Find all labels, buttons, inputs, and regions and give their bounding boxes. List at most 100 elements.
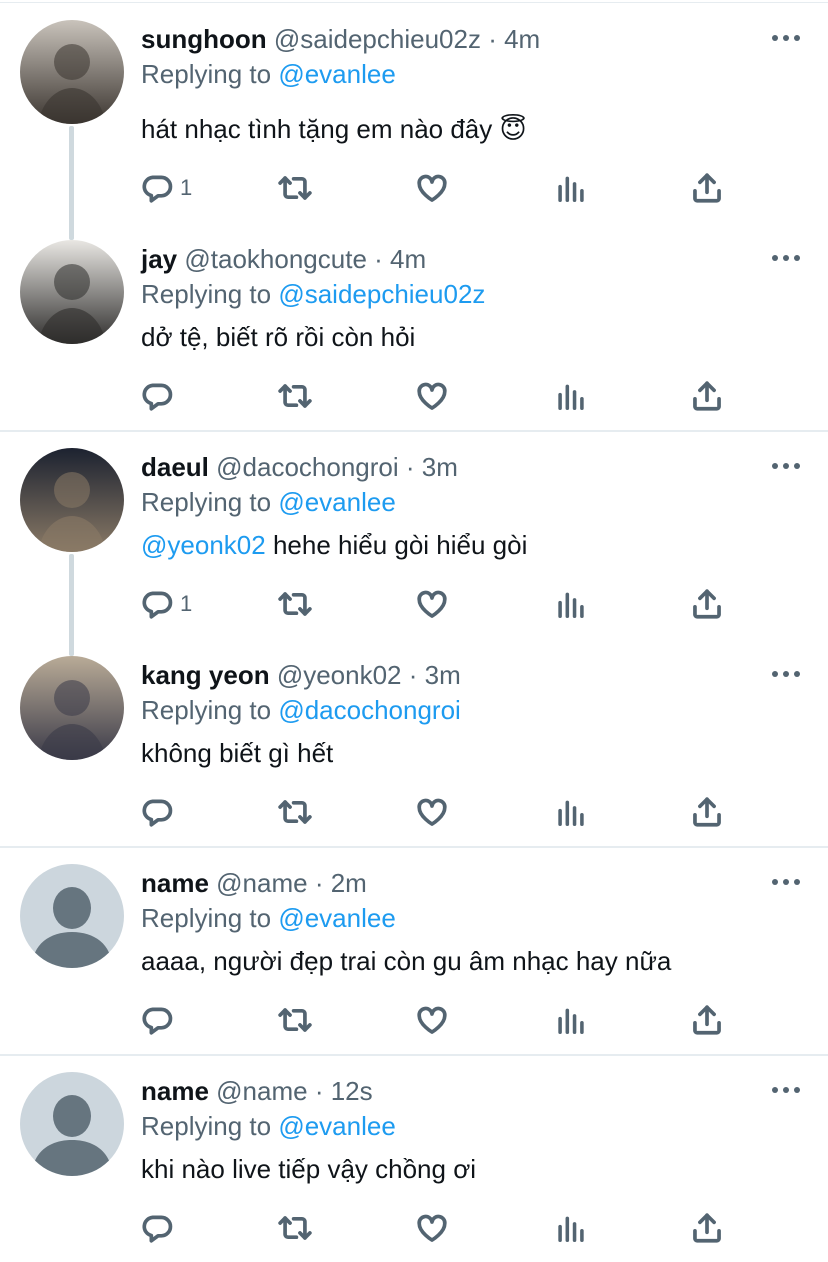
avatar[interactable] xyxy=(20,20,124,124)
avatar[interactable] xyxy=(20,448,124,552)
retweet-icon xyxy=(276,587,314,621)
display-name[interactable]: daeul xyxy=(141,452,209,482)
reply-button[interactable] xyxy=(140,1000,180,1040)
analytics-button[interactable] xyxy=(556,376,586,416)
timestamp[interactable]: · 12s xyxy=(315,1076,373,1106)
replying-to-line: Replying to @evanlee xyxy=(141,57,396,91)
display-name[interactable]: name xyxy=(141,868,209,898)
display-name[interactable]: jay xyxy=(141,244,177,274)
retweet-button[interactable] xyxy=(276,1000,314,1040)
tweet-mention[interactable]: @yeonk02 xyxy=(141,530,266,560)
more-options-icon[interactable] xyxy=(770,664,802,684)
avatar[interactable] xyxy=(20,1072,124,1176)
reply-button[interactable] xyxy=(140,376,180,416)
timestamp[interactable]: · 3m xyxy=(406,452,458,482)
tweet[interactable]: sunghoon @saidepchieu02z · 4m Replying to… xyxy=(0,2,828,240)
reply-button[interactable] xyxy=(140,792,180,832)
reply-count: 1 xyxy=(180,591,193,616)
timestamp[interactable]: · 3m xyxy=(409,660,461,690)
tweet-text: @yeonk02 hehe hiểu gòi hiểu gòi xyxy=(141,528,527,562)
tweet-actions xyxy=(0,376,828,416)
tweet-header: name @name · 2m xyxy=(141,866,367,900)
replying-to-mention[interactable]: @evanlee xyxy=(278,1111,395,1141)
reply-bubble-icon xyxy=(140,795,174,829)
share-upload-icon xyxy=(690,379,724,413)
replying-to-label: Replying to xyxy=(141,279,272,309)
replying-to-line: Replying to @dacochongroi xyxy=(141,693,461,727)
share-button[interactable] xyxy=(690,376,724,416)
user-handle[interactable]: @yeonk02 xyxy=(277,660,402,690)
user-handle[interactable]: @name xyxy=(216,868,307,898)
tweet-text: aaaa, người đẹp trai còn gu âm nhạc hay … xyxy=(141,944,671,978)
share-button[interactable] xyxy=(690,1208,724,1248)
more-options-icon[interactable] xyxy=(770,1080,802,1100)
retweet-button[interactable] xyxy=(276,1208,314,1248)
bar-chart-icon xyxy=(556,1211,586,1245)
tweet[interactable]: kang yeon @yeonk02 · 3m Replying to @daco… xyxy=(0,638,828,846)
tweet[interactable]: name @name · 2m Replying to @evanlee aaaa,… xyxy=(0,846,828,1054)
avatar[interactable] xyxy=(20,656,124,760)
display-name[interactable]: name xyxy=(141,1076,209,1106)
like-button[interactable] xyxy=(415,376,449,416)
replying-to-mention[interactable]: @dacochongroi xyxy=(278,695,461,725)
reply-button[interactable]: 1 xyxy=(140,584,192,624)
tweet-text: không biết gì hết xyxy=(141,736,333,770)
retweet-button[interactable] xyxy=(276,584,314,624)
tweet[interactable]: name @name · 12s Replying to @evanlee khi … xyxy=(0,1054,828,1262)
tweet-text-content: aaaa, người đẹp trai còn gu âm nhạc hay … xyxy=(141,946,672,976)
retweet-button[interactable] xyxy=(276,376,314,416)
replying-to-mention[interactable]: @evanlee xyxy=(278,487,395,517)
timestamp[interactable]: · 2m xyxy=(315,868,367,898)
share-button[interactable] xyxy=(690,792,724,832)
analytics-button[interactable] xyxy=(556,168,586,208)
share-upload-icon xyxy=(690,1003,724,1037)
like-button[interactable] xyxy=(415,1000,449,1040)
like-button[interactable] xyxy=(415,792,449,832)
more-options-icon[interactable] xyxy=(770,872,802,892)
share-button[interactable] xyxy=(690,584,724,624)
share-upload-icon xyxy=(690,171,724,205)
share-button[interactable] xyxy=(690,1000,724,1040)
like-button[interactable] xyxy=(415,168,449,208)
tweet-header: kang yeon @yeonk02 · 3m xyxy=(141,658,461,692)
tweet-header: sunghoon @saidepchieu02z · 4m xyxy=(141,22,540,56)
tweet-actions xyxy=(0,1208,828,1248)
tweet-header: jay @taokhongcute · 4m xyxy=(141,242,426,276)
bar-chart-icon xyxy=(556,379,586,413)
user-handle[interactable]: @taokhongcute xyxy=(184,244,367,274)
more-options-icon[interactable] xyxy=(770,456,802,476)
reply-bubble-icon xyxy=(140,379,174,413)
retweet-button[interactable] xyxy=(276,792,314,832)
tweet[interactable]: jay @taokhongcute · 4m Replying to @saide… xyxy=(0,222,828,430)
avatar[interactable] xyxy=(20,864,124,968)
more-options-icon[interactable] xyxy=(770,248,802,268)
retweet-button[interactable] xyxy=(276,168,314,208)
user-handle[interactable]: @dacochongroi xyxy=(216,452,399,482)
share-upload-icon xyxy=(690,587,724,621)
replying-to-mention[interactable]: @saidepchieu02z xyxy=(278,279,485,309)
tweet-text: hát nhạc tình tặng em nào đây 😇 xyxy=(141,112,527,146)
analytics-button[interactable] xyxy=(556,1000,586,1040)
analytics-button[interactable] xyxy=(556,1208,586,1248)
tweet-actions xyxy=(0,1000,828,1040)
analytics-button[interactable] xyxy=(556,792,586,832)
replying-to-mention[interactable]: @evanlee xyxy=(278,59,395,89)
tweet[interactable]: daeul @dacochongroi · 3m Replying to @eva… xyxy=(0,430,828,656)
user-handle[interactable]: @name xyxy=(216,1076,307,1106)
retweet-icon xyxy=(276,379,314,413)
timestamp[interactable]: · 4m xyxy=(374,244,426,274)
replying-to-mention[interactable]: @evanlee xyxy=(278,903,395,933)
display-name[interactable]: kang yeon xyxy=(141,660,270,690)
reply-button[interactable] xyxy=(140,1208,180,1248)
user-handle[interactable]: @saidepchieu02z xyxy=(274,24,481,54)
avatar[interactable] xyxy=(20,240,124,344)
more-options-icon[interactable] xyxy=(770,28,802,48)
share-button[interactable] xyxy=(690,168,724,208)
like-button[interactable] xyxy=(415,1208,449,1248)
display-name[interactable]: sunghoon xyxy=(141,24,267,54)
analytics-button[interactable] xyxy=(556,584,586,624)
tweet-text-content: dở tệ, biết rõ rồi còn hỏi xyxy=(141,322,416,352)
like-button[interactable] xyxy=(415,584,449,624)
timestamp[interactable]: · 4m xyxy=(488,24,540,54)
reply-button[interactable]: 1 xyxy=(140,168,192,208)
